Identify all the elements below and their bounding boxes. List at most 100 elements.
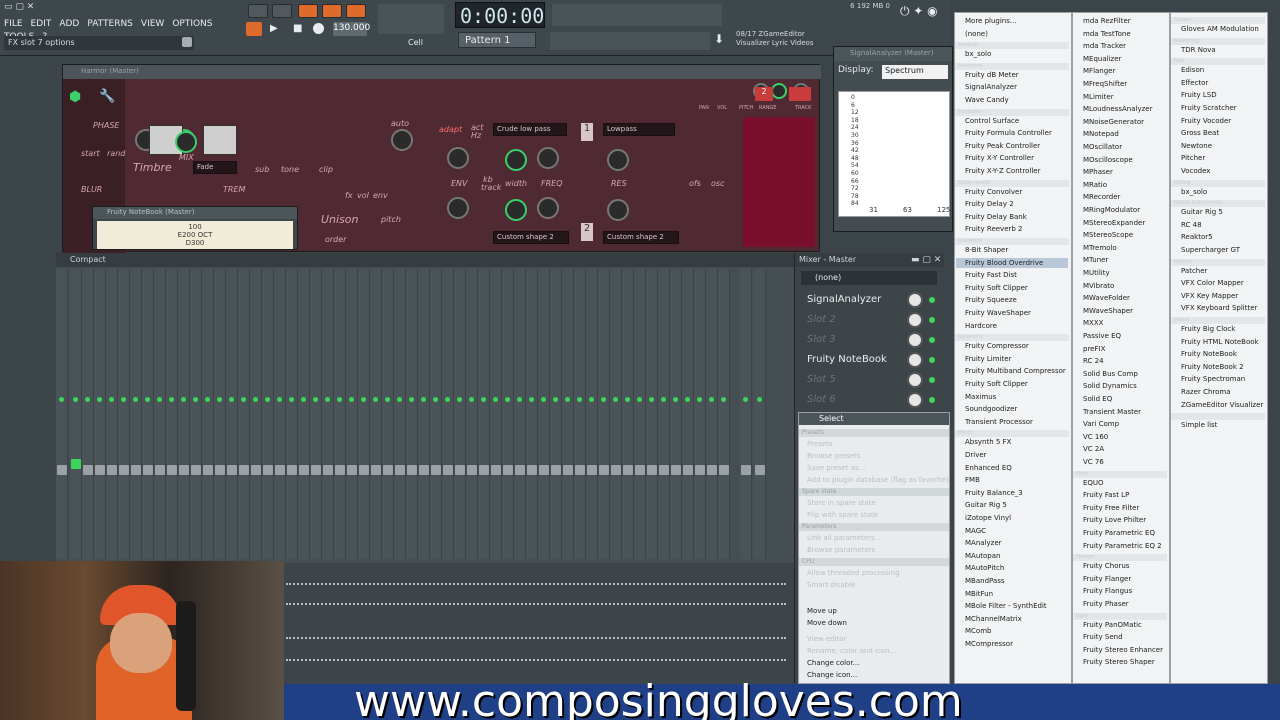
display-mode-select[interactable]: Spectrum (882, 65, 948, 79)
volume-fader[interactable] (491, 465, 501, 475)
plugin-menu-item[interactable]: Gloves AM Modulation (1181, 25, 1259, 33)
volume-fader[interactable] (623, 465, 633, 475)
volume-fader[interactable] (71, 459, 81, 469)
track-enable-led[interactable] (529, 397, 534, 402)
snap-tools[interactable] (378, 4, 444, 34)
filter1-type-select[interactable]: Crude low pass (493, 123, 567, 136)
width2-knob[interactable] (505, 199, 527, 221)
plugin-menu-item[interactable]: MNotepad (1083, 130, 1119, 138)
mixer-track-strip[interactable] (682, 269, 694, 559)
mixer-track-strip[interactable] (466, 269, 478, 559)
plugin-menu-item[interactable]: MEqualizer (1083, 55, 1121, 63)
volume-fader[interactable] (527, 465, 537, 475)
plugin-menu-item[interactable]: Fruity Compressor (965, 342, 1029, 350)
pat-song-toggle[interactable] (248, 4, 268, 18)
plugin-menu-item[interactable]: MAGC (965, 527, 986, 535)
plugin-menu-item[interactable]: Solid Bus Comp (1083, 370, 1138, 378)
track-enable-led[interactable] (481, 397, 486, 402)
plugin-menu-item[interactable]: VC 2A (1083, 445, 1104, 453)
plugin-menu-item[interactable]: Supercharger GT (1181, 246, 1240, 254)
volume-fader[interactable] (695, 465, 705, 475)
loop-icon[interactable] (246, 22, 262, 36)
plugin-menu-item[interactable]: Fruity Big Clock (1181, 325, 1235, 333)
plugin-menu-item[interactable]: Solid Dynamics (1083, 382, 1137, 390)
volume-fader[interactable] (647, 465, 657, 475)
track-enable-led[interactable] (433, 397, 438, 402)
mixer-track-strip[interactable] (286, 269, 298, 559)
track-enable-led[interactable] (649, 397, 654, 402)
plugin-menu-item[interactable]: Fruity Balance_3 (965, 489, 1023, 497)
plugin-menu-item[interactable]: Fruity Fast Dist (965, 271, 1017, 279)
plugin-menu-item[interactable]: Absynth 5 FX (965, 438, 1011, 446)
mixer-track-strip[interactable] (70, 269, 82, 559)
menu-item[interactable]: Link all parameters... (807, 534, 881, 542)
track-enable-led[interactable] (205, 397, 210, 402)
volume-fader[interactable] (419, 465, 429, 475)
mixer-track-strip[interactable] (670, 269, 682, 559)
fx-slot-3[interactable]: Slot 3 (799, 331, 941, 349)
track-enable-led[interactable] (301, 397, 306, 402)
track-enable-led[interactable] (145, 397, 150, 402)
plugin-menu-item[interactable]: Fruity PanOMatic (1083, 621, 1142, 629)
plugin-menu-item[interactable]: MComb (965, 627, 991, 635)
mixer-track-strip[interactable] (454, 269, 466, 559)
plugin-menu-item[interactable]: MLoudnessAnalyzer (1083, 105, 1152, 113)
track-enable-led[interactable] (313, 397, 318, 402)
track-enable-led[interactable] (613, 397, 618, 402)
plugin-menu-item[interactable]: MRecorder (1083, 193, 1120, 201)
filter-number-2[interactable]: 2 (581, 223, 593, 241)
mixer-track-strip[interactable] (214, 269, 226, 559)
track-enable-led[interactable] (169, 397, 174, 402)
plugin-menu-item[interactable]: FMB (965, 476, 980, 484)
plugin-menu-item[interactable]: VFX Color Mapper (1181, 279, 1244, 287)
track-enable-led[interactable] (337, 397, 342, 402)
plugin-menu-item[interactable]: RC 48 (1181, 221, 1202, 229)
volume-fader[interactable] (407, 465, 417, 475)
mixer-track-strip[interactable] (514, 269, 526, 559)
download-icon[interactable]: ⬇ (714, 32, 732, 50)
volume-fader[interactable] (551, 465, 561, 475)
volume-fader[interactable] (755, 465, 765, 475)
plugin-menu-item[interactable]: MBitFun (965, 590, 993, 598)
play-icon[interactable]: ▶ (270, 23, 278, 34)
analyzer-title[interactable]: SignalAnalyzer (Master) (834, 47, 952, 61)
time-display[interactable]: 0:00:00 (455, 2, 545, 28)
track-enable-led[interactable] (349, 397, 354, 402)
track-enable-led[interactable] (601, 397, 606, 402)
plugin-menu-item[interactable]: Fruity Love Philter (1083, 516, 1146, 524)
mixer-track-strip[interactable] (226, 269, 238, 559)
volume-fader[interactable] (575, 465, 585, 475)
plugin-menu-item[interactable]: Fruity HTML NoteBook (1181, 338, 1259, 346)
slot-mix-knob[interactable] (907, 332, 923, 348)
volume-fader[interactable] (515, 465, 525, 475)
track-enable-led[interactable] (589, 397, 594, 402)
freq2-knob[interactable] (537, 197, 559, 219)
slot-enable-led[interactable] (929, 357, 935, 363)
volume-fader[interactable] (263, 465, 273, 475)
volume-fader[interactable] (167, 465, 177, 475)
mixer-track-strip[interactable] (610, 269, 622, 559)
plugin-menu-item[interactable]: Fruity Soft Clipper (965, 380, 1028, 388)
mixer-track-strip[interactable] (646, 269, 658, 559)
track-enable-led[interactable] (59, 397, 64, 402)
plugin-menu-item[interactable]: Transient Processor (965, 418, 1033, 426)
mixer-track-strip[interactable] (430, 269, 442, 559)
volume-fader[interactable] (371, 465, 381, 475)
mixer-track-strip[interactable] (406, 269, 418, 559)
mixer-track-strip[interactable] (478, 269, 490, 559)
plugin-menu-item[interactable]: Pitcher (1181, 154, 1205, 162)
mixer-track-strip[interactable] (502, 269, 514, 559)
menu-item-select[interactable]: Select (799, 413, 949, 425)
fade-select[interactable]: Fade (193, 161, 237, 174)
plugin-menu-item[interactable]: MChannelMatrix (965, 615, 1022, 623)
track-enable-led[interactable] (493, 397, 498, 402)
menu-item[interactable]: Presets (807, 440, 832, 448)
plugin-menu-item[interactable]: Maximus (965, 393, 996, 401)
online-icons[interactable]: ⏻ ✦ ◉ (900, 4, 948, 22)
track-enable-led[interactable] (289, 397, 294, 402)
plugin-menu-item[interactable]: SignalAnalyzer (965, 83, 1017, 91)
plugin-menu-item[interactable]: More plugins... (965, 17, 1017, 25)
mixer-track-strip[interactable] (298, 269, 310, 559)
filter2-type-select[interactable]: Lowpass (603, 123, 675, 136)
plugin-menu-item[interactable]: TDR Nova (1181, 46, 1216, 54)
